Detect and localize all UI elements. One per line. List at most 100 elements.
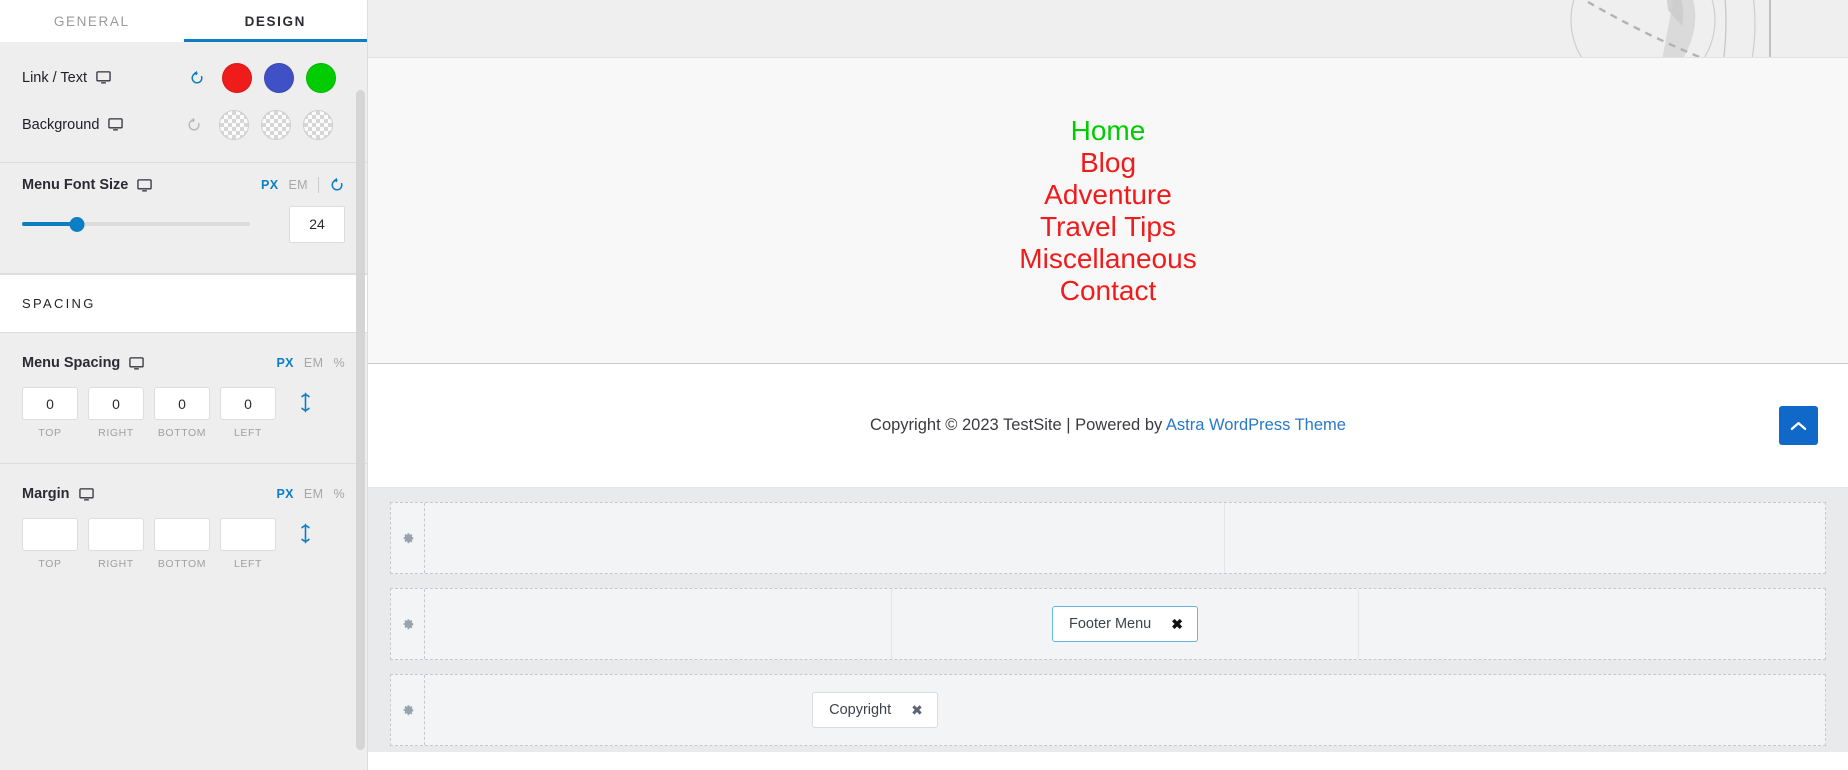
builder-column[interactable] — [425, 589, 892, 659]
gear-icon[interactable] — [391, 503, 425, 573]
menu-item-home[interactable]: Home — [1071, 115, 1146, 147]
margin-top-input[interactable] — [22, 518, 78, 551]
menu-spacing-label: Menu Spacing — [22, 355, 121, 371]
link-values-icon[interactable] — [296, 391, 315, 414]
swatch-transparent-3[interactable] — [303, 109, 334, 140]
tab-general-label: GENERAL — [53, 13, 130, 29]
menu-item-miscellaneous[interactable]: Miscellaneous — [1019, 243, 1196, 275]
margin-bottom-input[interactable] — [154, 518, 210, 551]
menu-spacing-left-input[interactable] — [220, 387, 276, 420]
reset-icon[interactable] — [329, 177, 345, 193]
menu-spacing-top-input[interactable] — [22, 387, 78, 420]
menu-item-travel-tips[interactable]: Travel Tips — [1040, 211, 1176, 243]
background-swatches — [219, 109, 334, 140]
swatch-green[interactable] — [306, 62, 337, 93]
footer-menu-chip-label: Footer Menu — [1069, 616, 1152, 632]
desktop-icon[interactable] — [78, 487, 94, 502]
reset-icon[interactable] — [189, 70, 205, 86]
swatch-blue[interactable] — [264, 62, 295, 93]
desktop-icon[interactable] — [137, 178, 153, 193]
close-icon[interactable]: ✖ — [1171, 617, 1183, 631]
unit-px[interactable]: PX — [276, 356, 293, 370]
builder-column[interactable]: Footer Menu ✖ — [892, 589, 1359, 659]
menu-item-blog[interactable]: Blog — [1080, 147, 1136, 179]
margin-right: RIGHT — [88, 518, 144, 570]
margin-bottom-label: BOTTOM — [157, 558, 207, 570]
desktop-icon[interactable] — [129, 356, 145, 371]
tab-design-label: DESIGN — [244, 13, 306, 29]
tab-design[interactable]: DESIGN — [183, 0, 367, 42]
background-color-control: Background — [22, 101, 345, 148]
menu-spacing-left: LEFT — [220, 387, 276, 439]
swatch-red[interactable] — [222, 62, 253, 93]
copyright-bar: Copyright © 2023 TestSite | Powered by A… — [368, 364, 1848, 488]
gear-icon[interactable] — [391, 675, 425, 745]
margin-fields: TOP RIGHT BOTTOM LEFT — [22, 518, 345, 570]
link-text-label: Link / Text — [22, 69, 88, 86]
margin-bottom: BOTTOM — [154, 518, 210, 570]
unit-em[interactable]: EM — [288, 178, 308, 192]
footer-menu-chip[interactable]: Footer Menu ✖ — [1052, 606, 1198, 642]
customizer-sidebar: GENERAL DESIGN Link / Text Background Me… — [0, 0, 368, 770]
desktop-icon[interactable] — [108, 117, 124, 132]
margin-left-input[interactable] — [220, 518, 276, 551]
unit-px[interactable]: PX — [276, 487, 293, 501]
margin-left-label: LEFT — [233, 558, 263, 570]
link-text-swatches — [222, 62, 337, 93]
builder-column[interactable] — [1359, 589, 1825, 659]
margin-right-input[interactable] — [88, 518, 144, 551]
menu-spacing-bottom: BOTTOM — [154, 387, 210, 439]
gear-icon[interactable] — [391, 589, 425, 659]
swatch-transparent-2[interactable] — [261, 109, 292, 140]
sidebar-scrollbar[interactable] — [356, 90, 365, 750]
menu-item-adventure[interactable]: Adventure — [1044, 179, 1172, 211]
menu-spacing-top-label: TOP — [38, 427, 62, 439]
unit-px[interactable]: PX — [261, 178, 278, 192]
customizer-app: GENERAL DESIGN Link / Text Background Me… — [0, 0, 1848, 770]
desktop-icon[interactable] — [96, 70, 111, 85]
copyright-text: Copyright © 2023 TestSite | Powered by A… — [870, 416, 1346, 435]
reset-icon[interactable] — [186, 117, 202, 133]
scroll-to-top-button[interactable] — [1779, 406, 1818, 445]
world-map-graphic — [1570, 0, 1771, 57]
menu-font-size-slider-row: 24 — [22, 193, 345, 255]
margin-left: LEFT — [220, 518, 276, 570]
tab-general[interactable]: GENERAL — [0, 0, 184, 42]
builder-column[interactable] — [1225, 503, 1825, 573]
unit-em[interactable]: EM — [304, 356, 324, 370]
copyright-chip[interactable]: Copyright ✖ — [812, 692, 938, 728]
unit-percent[interactable]: % — [333, 356, 345, 370]
copyright-prefix: Copyright © 2023 TestSite | Powered by — [870, 416, 1166, 434]
menu-spacing-right: RIGHT — [88, 387, 144, 439]
sidebar-tabs: GENERAL DESIGN — [0, 0, 367, 42]
slider-thumb[interactable] — [69, 216, 85, 232]
menu-font-size-input[interactable]: 24 — [289, 205, 345, 243]
margin-header: Margin PX EM % — [22, 486, 345, 502]
astra-theme-link[interactable]: Astra WordPress Theme — [1166, 416, 1346, 434]
unit-em[interactable]: EM — [304, 487, 324, 501]
unit-divider — [318, 177, 319, 193]
link-values-icon[interactable] — [296, 522, 315, 545]
unit-percent[interactable]: % — [333, 487, 345, 501]
menu-spacing-right-input[interactable] — [88, 387, 144, 420]
hero-strip — [368, 0, 1848, 58]
swatch-transparent-1[interactable] — [219, 109, 250, 140]
builder-column[interactable]: Copyright ✖ — [425, 675, 1825, 745]
menu-font-size-slider[interactable] — [22, 214, 250, 234]
chevron-up-icon — [1790, 421, 1807, 430]
spacing-section-title: SPACING — [0, 274, 367, 333]
menu-font-size-label: Menu Font Size — [22, 177, 129, 193]
menu-spacing-bottom-input[interactable] — [154, 387, 210, 420]
margin-top: TOP — [22, 518, 78, 570]
background-label: Background — [22, 116, 100, 133]
builder-column[interactable] — [425, 503, 1225, 573]
menu-spacing-fields: TOP RIGHT BOTTOM LEFT — [22, 387, 345, 439]
footer-menu-preview: Home Blog Adventure Travel Tips Miscella… — [368, 58, 1848, 364]
menu-font-size-units: PX EM — [261, 177, 345, 193]
copyright-chip-label: Copyright — [829, 702, 892, 718]
menu-spacing-units: PX EM % — [276, 356, 345, 370]
menu-font-size-header: Menu Font Size PX EM — [22, 177, 345, 193]
close-icon[interactable]: ✖ — [911, 703, 923, 717]
menu-item-contact[interactable]: Contact — [1060, 275, 1157, 307]
menu-font-size-section: Menu Font Size PX EM 24 — [0, 163, 367, 274]
